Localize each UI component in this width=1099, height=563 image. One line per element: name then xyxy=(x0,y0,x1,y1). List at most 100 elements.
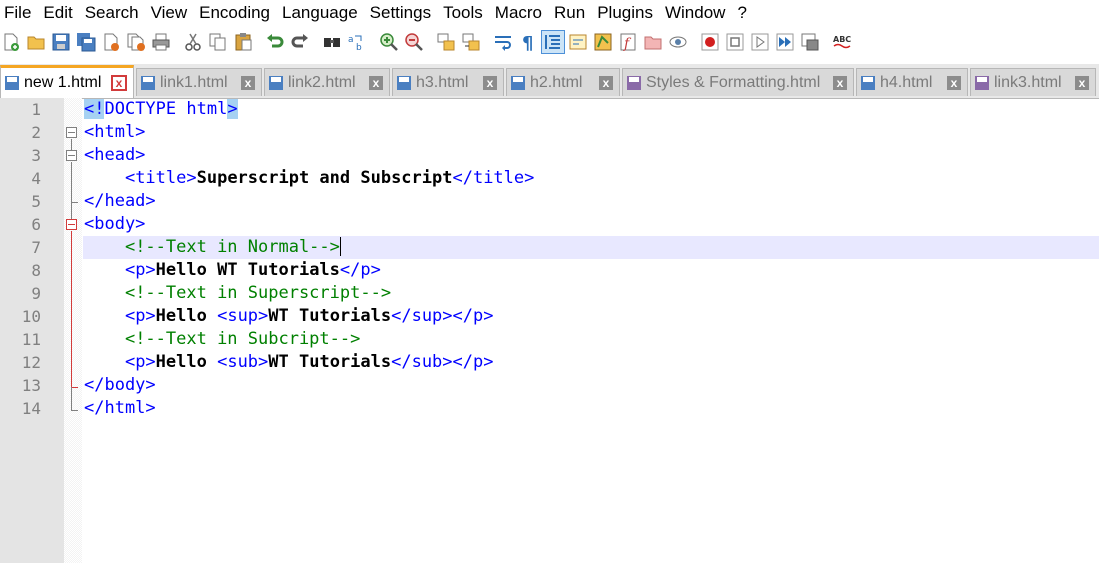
code-line[interactable]: 6 <body> xyxy=(0,213,1099,236)
doc-map-icon[interactable] xyxy=(567,31,589,53)
find-icon[interactable] xyxy=(321,31,343,53)
redo-icon[interactable] xyxy=(289,31,311,53)
tab-close-icon[interactable]: x xyxy=(111,75,127,91)
line-number: 11 xyxy=(21,330,41,349)
zoom-in-icon[interactable] xyxy=(378,31,400,53)
menu-search[interactable]: Search xyxy=(80,0,146,26)
menu-run[interactable]: Run xyxy=(549,0,592,26)
save-macro-icon[interactable] xyxy=(799,31,821,53)
saved-disk-icon xyxy=(397,75,411,90)
code-line[interactable]: 14 </html> xyxy=(0,397,1099,420)
new-file-icon[interactable] xyxy=(0,31,22,53)
open-file-icon[interactable] xyxy=(25,31,47,53)
code-line[interactable]: 13 </body> xyxy=(0,374,1099,397)
code-text: <html> xyxy=(84,122,146,142)
menu-window[interactable]: Window xyxy=(660,0,732,26)
menu-encoding[interactable]: Encoding xyxy=(194,0,277,26)
tag-title-close: </title> xyxy=(452,168,535,188)
tab-close-icon[interactable]: x xyxy=(947,76,961,90)
save-icon[interactable] xyxy=(50,31,72,53)
tab-label: new 1.html xyxy=(24,74,102,91)
code-line[interactable]: 1 <!DOCTYPE html> xyxy=(0,98,1099,121)
stop-macro-icon[interactable] xyxy=(724,31,746,53)
undo-icon[interactable] xyxy=(264,31,286,53)
code-line[interactable]: 10 <p>Hello <sup>WT Tutorials</sup></p> xyxy=(0,305,1099,328)
show-all-chars-icon[interactable]: ¶ xyxy=(517,31,539,53)
comment: <!--Text in Subcript--> xyxy=(124,329,361,349)
toolbar: ab ¶ f ABC xyxy=(0,26,1099,58)
tab-styles-formatting-html[interactable]: Styles & Formatting.html x xyxy=(622,68,854,96)
copy-icon[interactable] xyxy=(207,31,229,53)
spell-check-icon[interactable]: ABC xyxy=(831,31,853,53)
code-line[interactable]: 3 <head> xyxy=(0,144,1099,167)
menu-language[interactable]: Language xyxy=(277,0,365,26)
tab-close-icon[interactable]: x xyxy=(1075,76,1089,90)
indent-guide-icon[interactable] xyxy=(541,30,565,54)
line-number: 1 xyxy=(31,100,41,119)
tag-p-open: <p> xyxy=(124,306,156,326)
menu-bar: File Edit Search View Encoding Language … xyxy=(0,0,1099,26)
tab-link2-html[interactable]: link2.html x xyxy=(264,68,390,96)
code-line[interactable]: 11 <!--Text in Subcript--> xyxy=(0,328,1099,351)
tab-close-icon[interactable]: x xyxy=(833,76,847,90)
code-text: </head> xyxy=(84,191,156,211)
zoom-out-icon[interactable] xyxy=(403,31,425,53)
menu-settings[interactable]: Settings xyxy=(365,0,438,26)
tab-h3-html[interactable]: h3.html x xyxy=(392,68,504,96)
print-icon[interactable] xyxy=(150,31,172,53)
menu-plugins[interactable]: Plugins xyxy=(592,0,660,26)
menu-help[interactable]: ? xyxy=(732,0,753,26)
code-line[interactable]: 4 <title>Superscript and Subscript</titl… xyxy=(0,167,1099,190)
tag-p-close: </p> xyxy=(452,306,494,326)
tag-title-open: <title> xyxy=(124,168,197,188)
code-line[interactable]: 8 <p>Hello WT Tutorials</p> xyxy=(0,259,1099,282)
tab-link1-html[interactable]: link1.html x xyxy=(136,68,262,96)
replace-icon[interactable]: ab xyxy=(346,31,368,53)
monitor-icon[interactable] xyxy=(642,31,664,53)
function-list-icon[interactable] xyxy=(592,31,614,53)
eye-icon[interactable] xyxy=(667,31,689,53)
save-all-icon[interactable] xyxy=(75,31,97,53)
record-macro-icon[interactable] xyxy=(699,31,721,53)
menu-macro[interactable]: Macro xyxy=(490,0,549,26)
tab-new-1-html[interactable]: new 1.html x xyxy=(0,65,134,98)
line-number: 14 xyxy=(21,399,41,418)
paste-icon[interactable] xyxy=(232,31,254,53)
menu-view[interactable]: View xyxy=(146,0,195,26)
svg-text:a: a xyxy=(348,35,354,45)
tab-label: link1.html xyxy=(160,73,228,91)
line-number: 2 xyxy=(31,123,41,142)
tab-close-icon[interactable]: x xyxy=(599,76,613,90)
tab-h2-html[interactable]: h2.html x xyxy=(506,68,620,96)
tab-close-icon[interactable]: x xyxy=(369,76,383,90)
menu-tools[interactable]: Tools xyxy=(438,0,490,26)
code-line[interactable]: 2 <html> xyxy=(0,121,1099,144)
word-wrap-icon[interactable] xyxy=(492,31,514,53)
play-macro-icon[interactable] xyxy=(749,31,771,53)
code-line[interactable]: 12 <p>Hello <sub>WT Tutorials</sub></p> xyxy=(0,351,1099,374)
tab-label: h4.html xyxy=(880,73,933,91)
cut-icon[interactable] xyxy=(182,31,204,53)
sync-horizontal-icon[interactable] xyxy=(460,31,482,53)
close-icon[interactable] xyxy=(100,31,122,53)
sup-text: WT Tutorials xyxy=(268,306,392,326)
code-line-current[interactable]: 7 <!--Text in Normal--> xyxy=(0,236,1099,259)
menu-file[interactable]: File xyxy=(0,0,38,26)
comment: <!--Text in Normal--> xyxy=(124,237,340,257)
tab-link3-html[interactable]: link3.html x xyxy=(970,68,1096,96)
folder-as-workspace-icon[interactable]: f xyxy=(617,31,639,53)
tab-h4-html[interactable]: h4.html x xyxy=(856,68,968,96)
code-line[interactable]: 5 </head> xyxy=(0,190,1099,213)
code-line[interactable]: 9 <!--Text in Superscript--> xyxy=(0,282,1099,305)
code-editor[interactable]: 1 <!DOCTYPE html> 2 <html> 3 <head> 4 <t… xyxy=(0,98,1099,563)
tab-bar: new 1.html x link1.html x link2.html x h… xyxy=(0,64,1099,99)
run-macro-multiple-icon[interactable] xyxy=(774,31,796,53)
close-all-icon[interactable] xyxy=(125,31,147,53)
tag-sub-open: <sub> xyxy=(217,352,269,372)
sync-vertical-icon[interactable] xyxy=(435,31,457,53)
tab-close-icon[interactable]: x xyxy=(483,76,497,90)
menu-edit[interactable]: Edit xyxy=(38,0,79,26)
tab-close-icon[interactable]: x xyxy=(241,76,255,90)
